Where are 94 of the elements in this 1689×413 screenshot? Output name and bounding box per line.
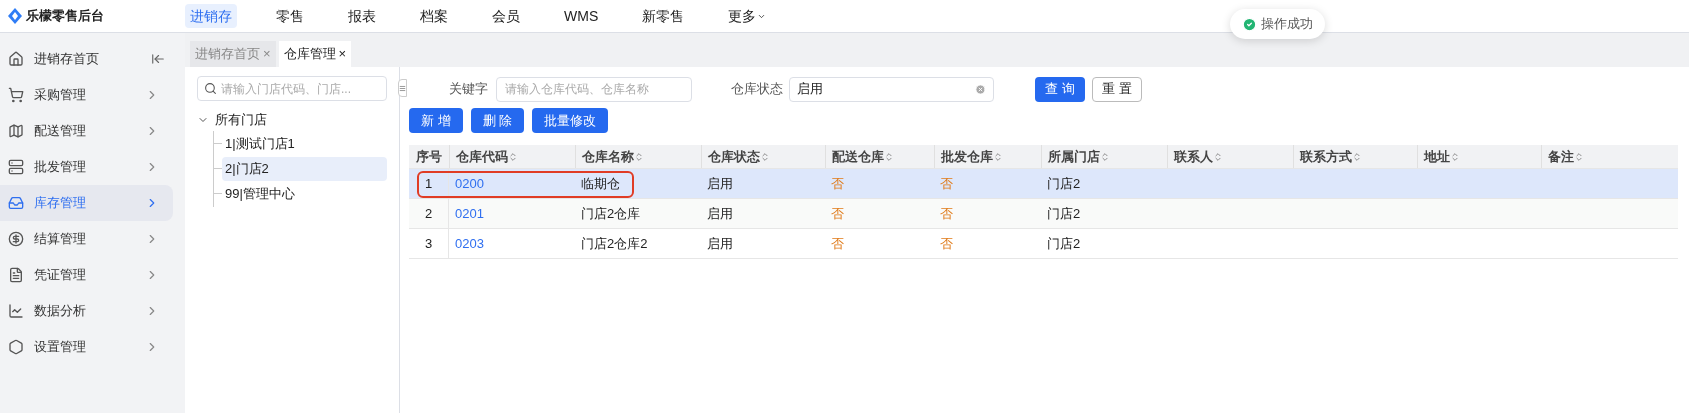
nav-tab[interactable]: 新零售 bbox=[637, 4, 690, 28]
map-icon bbox=[8, 123, 24, 139]
clear-icon[interactable] bbox=[975, 83, 986, 95]
table-cell-text: 门店2 bbox=[1047, 234, 1081, 253]
reset-button[interactable]: 重 置 bbox=[1092, 76, 1142, 102]
table-cell-text: 否 bbox=[940, 234, 953, 253]
action-button[interactable]: 新 增 bbox=[409, 108, 463, 133]
table-cell-text: 否 bbox=[940, 174, 953, 193]
table-row[interactable]: 3 0203 门店2仓库2 启用 否 否 门店2 bbox=[409, 229, 1678, 259]
sidebar-item[interactable]: 进销存首页 bbox=[34, 49, 151, 69]
nav-tab[interactable]: 进销存 bbox=[185, 4, 237, 28]
table-row[interactable]: 2 0201 门店2仓库 启用 否 否 门店2 bbox=[409, 199, 1678, 229]
table-cell-text: 门店2仓库 bbox=[581, 204, 641, 223]
sort-icon[interactable] bbox=[884, 151, 894, 162]
sort-icon[interactable] bbox=[1352, 151, 1362, 162]
sort-icon[interactable] bbox=[1213, 151, 1223, 162]
table-cell-text: 2 bbox=[424, 204, 433, 223]
sidebar-item[interactable]: 凭证管理 bbox=[0, 257, 173, 293]
nav-tab[interactable]: 更多 bbox=[723, 4, 772, 28]
nav-tab[interactable]: 档案 bbox=[415, 4, 453, 28]
column-header[interactable]: 所属门店 bbox=[1048, 146, 1110, 167]
tray-icon bbox=[8, 195, 24, 211]
column-header[interactable]: 配送仓库 bbox=[832, 146, 894, 167]
menu-icon bbox=[399, 84, 406, 92]
field-label: 仓库状态 bbox=[731, 80, 783, 99]
column-header[interactable]: 仓库名称 bbox=[582, 146, 644, 167]
sidebar-item[interactable]: 设置管理 bbox=[0, 329, 173, 365]
table-cell-text: 否 bbox=[831, 204, 844, 223]
column-header[interactable]: 备注 bbox=[1548, 146, 1584, 167]
table-cell-text: 启用 bbox=[707, 204, 733, 223]
sidebar-item[interactable]: 采购管理 bbox=[0, 77, 173, 113]
tree-node[interactable]: 1|测试门店1 bbox=[222, 131, 387, 156]
tree-node[interactable]: 99|管理中心 bbox=[222, 181, 387, 206]
drawer-icon bbox=[8, 159, 24, 175]
column-header[interactable]: 地址 bbox=[1424, 146, 1460, 167]
column-header[interactable]: 联系方式 bbox=[1300, 146, 1362, 167]
collapse-icon[interactable] bbox=[151, 52, 165, 66]
collapse-handle[interactable] bbox=[398, 79, 407, 97]
tree-node[interactable]: 所有门店 bbox=[215, 110, 267, 130]
table-cell-text: 启用 bbox=[707, 234, 733, 253]
field-label: 关键字 bbox=[449, 80, 488, 99]
table-cell-text: 门店2 bbox=[1047, 204, 1081, 223]
column-header[interactable]: 仓库代码 bbox=[456, 146, 518, 167]
table-cell-text: 临期仓 bbox=[581, 174, 620, 193]
brand-name: 乐檬零售后台 bbox=[26, 7, 104, 26]
sort-icon[interactable] bbox=[760, 151, 770, 162]
action-button[interactable]: 删 除 bbox=[470, 108, 525, 133]
sort-icon[interactable] bbox=[1450, 151, 1460, 162]
table-cell-text: 否 bbox=[831, 234, 844, 253]
close-icon[interactable]: × bbox=[338, 44, 347, 64]
sidebar-item[interactable]: 配送管理 bbox=[0, 113, 173, 149]
sidebar-item[interactable]: 批发管理 bbox=[0, 149, 173, 185]
table-cell[interactable]: 0203 bbox=[455, 233, 484, 254]
query-button[interactable]: 查 询 bbox=[1035, 76, 1085, 102]
nav-tab[interactable]: 零售 bbox=[271, 4, 309, 28]
logo-icon bbox=[8, 8, 22, 24]
cart-icon bbox=[8, 87, 24, 103]
line-chart-icon bbox=[8, 303, 24, 319]
page-tab[interactable]: 仓库管理 × bbox=[278, 41, 352, 67]
sort-icon[interactable] bbox=[634, 151, 644, 162]
nav-tab[interactable]: WMS bbox=[559, 4, 604, 28]
nav-tab[interactable]: 会员 bbox=[487, 4, 525, 28]
column-header[interactable]: 批发仓库 bbox=[941, 146, 1003, 167]
sort-icon[interactable] bbox=[993, 151, 1003, 162]
success-icon bbox=[1242, 16, 1257, 32]
table-cell-text: 门店2仓库2 bbox=[581, 234, 648, 253]
table-row[interactable]: 1 0200 临期仓 启用 否 否 门店2 bbox=[409, 169, 1678, 199]
table-cell-text: 3 bbox=[424, 234, 433, 253]
table-cell-text: 否 bbox=[831, 174, 844, 193]
sidebar-item[interactable]: 数据分析 bbox=[0, 293, 173, 329]
nav-tab[interactable]: 报表 bbox=[343, 4, 381, 28]
table-cell-text: 门店2 bbox=[1047, 174, 1081, 193]
status-select[interactable]: 启用 bbox=[789, 76, 994, 102]
table-cell-text: 启用 bbox=[707, 174, 733, 193]
action-button[interactable]: 批量修改 bbox=[532, 108, 609, 133]
search-icon bbox=[204, 82, 217, 95]
tree-node[interactable]: 2|门店2 bbox=[222, 156, 387, 181]
sidebar-item[interactable]: 结算管理 bbox=[0, 221, 173, 257]
home-icon bbox=[8, 51, 24, 67]
table-cell-text: 1 bbox=[424, 174, 433, 193]
sidebar-item[interactable]: 库存管理 bbox=[0, 185, 173, 221]
column-header[interactable]: 仓库状态 bbox=[708, 146, 770, 167]
table-cell-text: 否 bbox=[940, 204, 953, 223]
sort-icon[interactable] bbox=[1100, 151, 1110, 162]
table-cell[interactable]: 0201 bbox=[455, 203, 484, 224]
toast-text: 操作成功 bbox=[1261, 15, 1313, 34]
dollar-icon bbox=[8, 231, 24, 247]
column-header[interactable]: 联系人 bbox=[1174, 146, 1223, 167]
column-header[interactable]: 序号 bbox=[416, 146, 442, 167]
document-icon bbox=[8, 267, 24, 283]
settings-icon bbox=[8, 339, 24, 355]
sort-icon[interactable] bbox=[508, 151, 518, 162]
table-cell[interactable]: 0200 bbox=[455, 173, 484, 194]
sort-icon[interactable] bbox=[1574, 151, 1584, 162]
